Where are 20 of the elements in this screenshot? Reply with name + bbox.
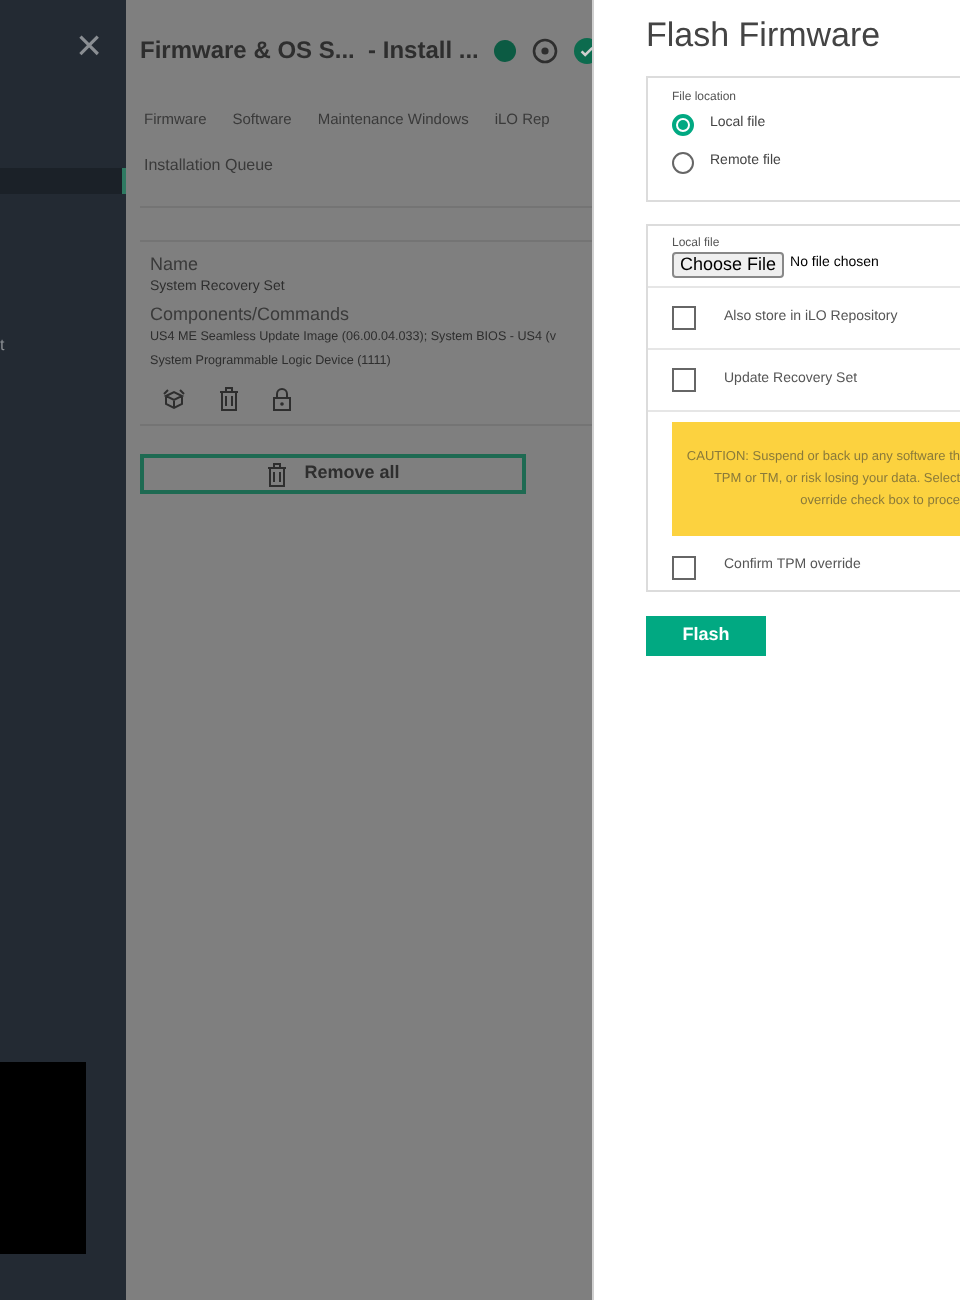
field-label: Components/Commands <box>150 304 352 326</box>
lock-icon[interactable] <box>272 386 292 412</box>
target-icon[interactable] <box>532 37 559 63</box>
remove-all-button[interactable]: Remove all <box>140 454 526 494</box>
sidebar-text: t <box>0 338 7 354</box>
page-title: Firmware & OS S... - Install ... <box>140 34 479 68</box>
checkbox[interactable] <box>672 555 696 579</box>
trash-icon[interactable] <box>218 386 240 412</box>
radio-button[interactable] <box>672 152 694 174</box>
trash-icon <box>266 461 289 487</box>
checkbox[interactable] <box>672 306 696 330</box>
dialog-title: Flash Firmware <box>644 14 883 58</box>
close-icon[interactable]: × <box>76 24 102 68</box>
tab[interactable]: Installation Queue <box>144 153 273 177</box>
radio-button[interactable] <box>672 114 694 136</box>
checkbox[interactable] <box>672 368 696 392</box>
box-icon[interactable] <box>162 387 186 411</box>
flash-button[interactable]: Flash <box>646 616 766 656</box>
field-label: Name <box>150 254 201 276</box>
choose-file-button[interactable]: Choose File <box>672 252 785 278</box>
